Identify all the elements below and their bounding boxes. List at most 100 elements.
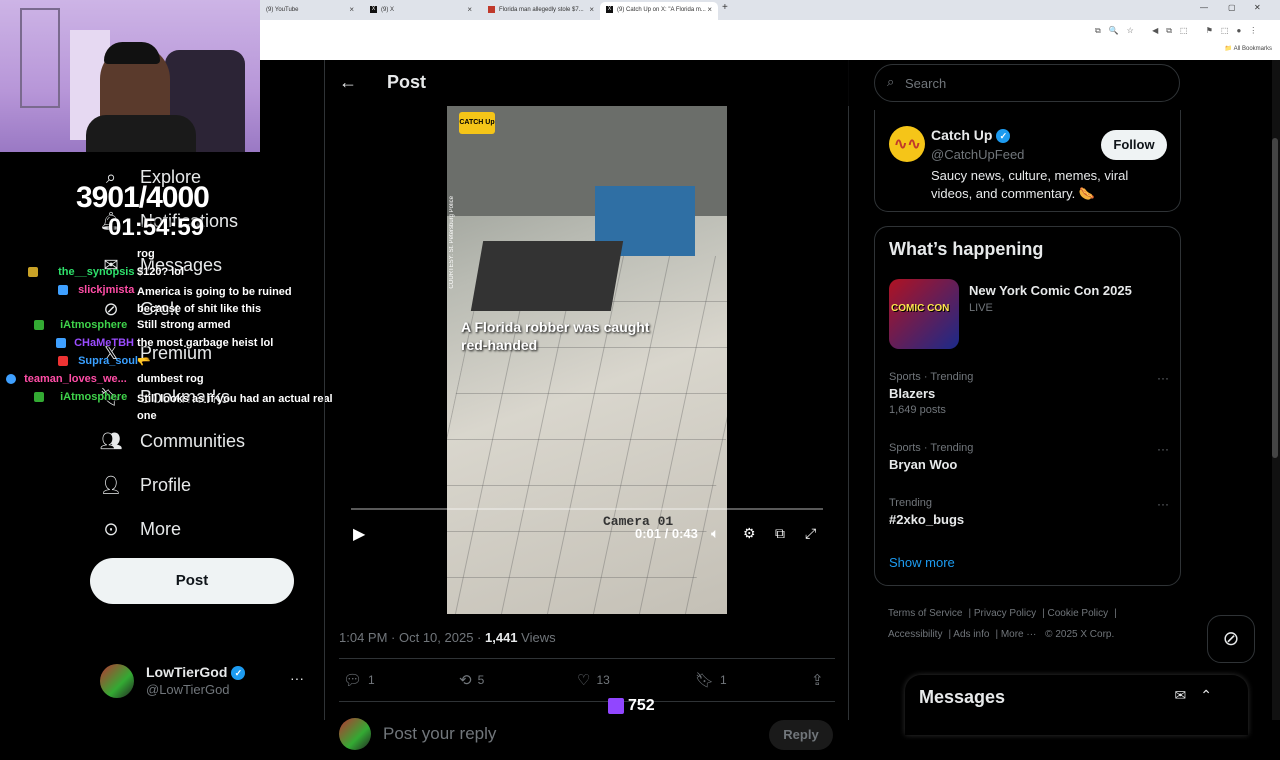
footer-link[interactable]: Terms of Service [888,608,962,619]
twitch-viewer-count: 752 [608,697,655,715]
back-arrow-icon[interactable]: ← [339,72,357,93]
like-action[interactable]: ♡ 13 [577,671,610,689]
video-player[interactable]: CATCH Up COURTESY: St. Petersburg Police… [339,106,835,614]
chat-username: iAtmosphere [60,319,128,331]
tab-label: (9) YouTube [266,7,299,13]
all-bookmarks[interactable]: 📁 All Bookmarks [1225,45,1272,52]
volume-icon[interactable]: 🔈︎ [711,525,719,542]
messages-drawer[interactable]: Messages ✉︎⌃ [905,675,1248,735]
sidebar-item-label: More [140,518,182,539]
event-status: LIVE [969,302,993,314]
event-thumbnail[interactable]: COMIC CON [889,279,959,349]
chat-badge-icon [58,285,68,296]
scrollbar[interactable] [1272,60,1280,720]
close-icon[interactable]: × [349,2,354,18]
sidebar-item-label: Profile [140,474,192,495]
chat-message: Still strong armed [137,319,231,331]
footer-link[interactable]: Ads info [953,629,989,640]
follow-button[interactable]: Follow [1101,130,1167,160]
chat-username: teaman_loves_we... [24,373,127,385]
chat-line: teaman_loves_we... [6,373,127,385]
trend-category: Sports · Trending [889,371,974,383]
search-box[interactable]: ⌕ [874,64,1180,102]
catch-up-logo: CATCH Up [459,112,495,134]
post-header: ← Post [325,60,849,106]
ellipsis-icon[interactable]: ··· [1157,371,1169,385]
trend-item[interactable]: Trending #2xko_bugs ··· [889,497,1169,527]
trend-name: Bryan Woo [889,457,958,472]
minimize-icon[interactable]: — [1200,3,1208,12]
catch-up-avatar[interactable]: ∿∿ [889,126,925,162]
trend-item[interactable]: Sports · Trending Blazers 1,649 posts ··… [889,371,1169,416]
post-date: Oct 10, 2025 [398,630,474,645]
search-input[interactable] [905,73,1165,93]
copyright: © 2025 X Corp. [1045,629,1115,640]
play-icon[interactable]: ▶ [353,524,365,544]
footer-link[interactable]: More ··· [1001,629,1037,640]
wave-logo-icon: ∿∿ [894,136,921,153]
main-column: ← Post CATCH Up COURTESY: St. Petersburg… [324,60,849,750]
share-action[interactable]: ⇪ [811,671,824,689]
reply-action[interactable]: 💬︎ 1 [343,671,375,689]
footer-link[interactable]: Cookie Policy [1048,608,1109,619]
sidebar-item-profile[interactable]: 👤︎ Profile [100,474,191,496]
share-icon: ⇪ [811,672,824,689]
window-close-icon[interactable]: ✕ [1254,3,1261,12]
browser-tab-youtube[interactable]: (9) YouTube × [260,2,360,20]
browser-tab-catch-up-post[interactable]: X (9) Catch Up on X: "A Florida m... × [600,2,718,20]
browser-tab-x[interactable]: X (9) X × [364,2,478,20]
picture-in-picture-icon[interactable]: ⧉ [775,525,785,542]
scrollbar-thumb[interactable] [1272,138,1278,458]
video-progress-bar[interactable] [351,508,823,510]
compose-message-icon[interactable]: ✉︎⌃ [1175,687,1226,704]
post-time: 1:04 PM [339,630,388,645]
close-icon[interactable]: × [467,2,472,18]
ellipsis-icon[interactable]: ··· [1157,442,1169,456]
account-switcher[interactable]: LowTierGod ✓ @LowTierGod ··· [100,660,310,702]
footer-link[interactable]: Accessibility [888,629,942,640]
footer-link[interactable]: Privacy Policy [974,608,1036,619]
event-title[interactable]: New York Comic Con 2025 [969,283,1132,298]
more-circle-icon: ⊙ [103,518,119,539]
avatar [339,718,371,750]
reply-button[interactable]: Reply [769,720,833,750]
chat-username: slickjmista [78,284,135,296]
event-thumbnail-text: COMIC CON [891,303,950,314]
fullscreen-icon[interactable]: ⤢ [805,525,816,542]
new-tab-icon[interactable]: + [722,2,728,13]
sidebar-item-communities[interactable]: 👥︎ Communities [100,430,245,452]
repost-action[interactable]: ⟲ 5 [459,671,484,689]
viewer-count: 752 [628,697,655,714]
ellipsis-icon[interactable]: ··· [290,670,304,686]
profile-card: ∿∿ Catch Up ✓ @CatchUpFeed Saucy news, cu… [874,110,1181,212]
cat-tree [20,8,60,108]
chat-badge-icon [34,392,44,403]
action-bar: 💬︎ 1 ⟲ 5 ♡ 13 🔖︎ 1 ⇪ [339,658,835,702]
close-icon[interactable]: × [707,2,712,18]
settings-gear-icon[interactable]: ⚙ [743,525,756,542]
trend-category: Sports · Trending [889,442,974,454]
subgoal-counter: 3901/4000 [76,181,210,214]
chat-line: CHaMeTBH [56,337,134,349]
maximize-icon[interactable]: ▢ [1228,3,1236,12]
post-button[interactable]: Post [90,558,294,604]
close-icon[interactable]: × [589,2,594,18]
reply-count: 1 [368,673,375,687]
chat-message: the most garbage heist lol [137,337,274,349]
trend-item[interactable]: Sports · Trending Bryan Woo ··· [889,442,1169,472]
profile-name[interactable]: Catch Up ✓ [931,127,1011,144]
bookmark-action[interactable]: 🔖︎ 1 [695,671,727,689]
sidebar-item-more[interactable]: ⊙ More [100,518,181,540]
reply-input[interactable]: Post your reply [383,724,496,744]
grok-icon[interactable]: ⊘ [1207,615,1255,663]
show-more-link[interactable]: Show more [889,555,955,570]
chat-message: America is going to be ruined because of… [137,286,292,315]
chat-username: CHaMeTBH [74,337,134,349]
footer-links: Terms of Service | Privacy Policy | Cookie… [888,608,1117,640]
whats-happening-card: What’s happening COMIC CON New York Comi… [874,226,1181,586]
chat-line: slickjmista [58,284,134,296]
browser-tab-florida-article[interactable]: Florida man allegedly stole $7... × [482,2,600,20]
ellipsis-icon[interactable]: ··· [1157,497,1169,511]
toolbar-icons[interactable]: ⧉🔍☆ ◀⧉⬚ ⚑⬚●⋮ [1095,26,1265,36]
account-name: LowTierGod ✓ [146,664,246,681]
